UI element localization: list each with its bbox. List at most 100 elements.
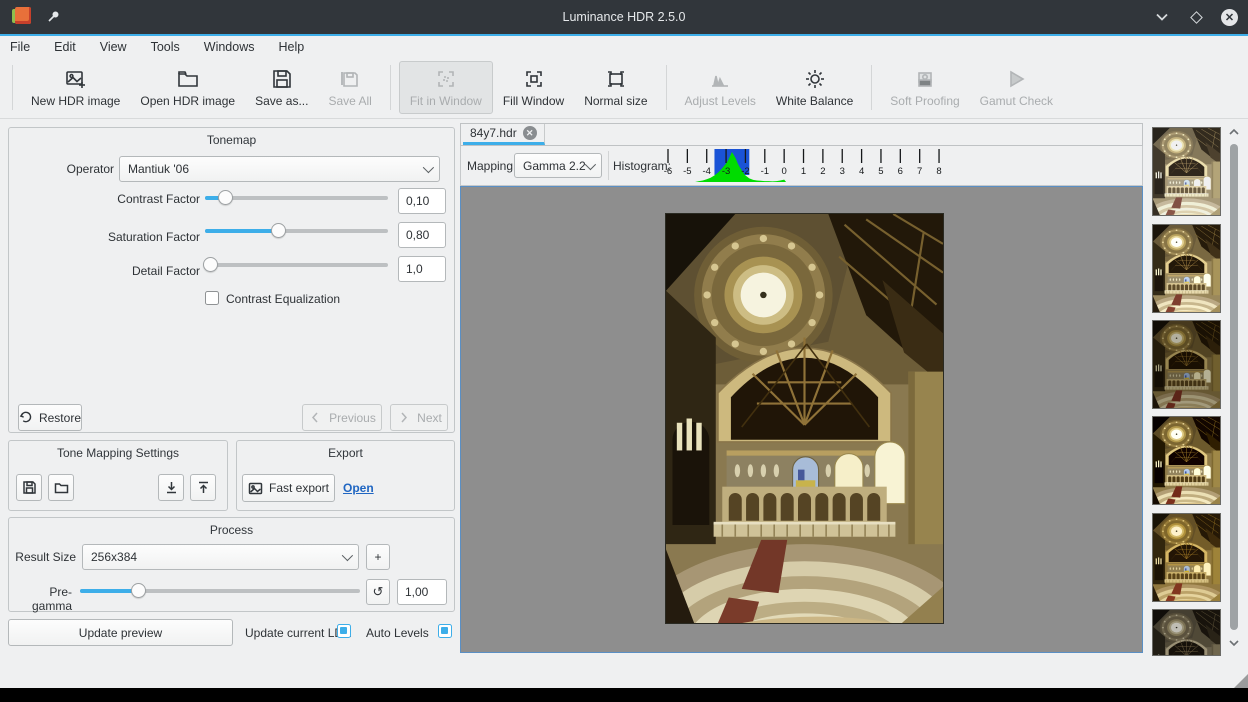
pre-gamma-slider[interactable] [80,582,360,600]
svg-text:-4: -4 [702,166,710,177]
auto-levels-checkbox[interactable] [438,624,452,638]
detail-factor-value[interactable]: 1,0 [398,256,446,282]
adjust-levels-button: Adjust Levels [675,61,766,114]
apply-settings-button[interactable] [158,474,184,501]
maximize-icon[interactable] [1187,8,1205,26]
svg-text:3: 3 [840,166,845,177]
save-all-button: Save All [318,61,381,114]
preview-thumbnail-2[interactable] [1152,224,1221,313]
preview-thumbnail-5[interactable] [1152,513,1221,602]
hdr-preview-image[interactable] [666,214,943,623]
save-settings-button[interactable] [16,474,42,501]
preview-thumbnail-6[interactable] [1152,609,1221,656]
toolbar-handle [12,65,13,110]
tab-close-icon[interactable]: ✕ [523,126,537,140]
contrast-factor-label: Contrast Factor [60,192,200,206]
menu-edit[interactable]: Edit [54,40,76,54]
operator-select[interactable]: Mantiuk '06 [119,156,440,182]
menubar: File Edit View Tools Windows Help [0,36,1248,57]
svg-text:-5: -5 [683,166,691,177]
tab-84y7-hdr[interactable]: 84y7.hdr ✕ [463,124,545,145]
save-icon [271,68,293,90]
normal-size-button[interactable]: Normal size [574,61,657,114]
saturation-factor-value[interactable]: 0,80 [398,222,446,248]
fast-export-button[interactable]: Fast export [242,474,335,502]
chevron-down-icon [342,550,353,561]
toolbar-separator [871,65,872,110]
menu-windows[interactable]: Windows [204,40,255,54]
load-settings-button[interactable] [48,474,74,501]
chevron-down-icon [423,162,434,173]
open-link[interactable]: Open [343,481,374,495]
detail-factor-slider[interactable] [205,256,388,274]
folder-icon [177,68,199,90]
svg-text:4: 4 [859,166,864,177]
contrast-equalization-checkbox[interactable] [205,291,219,305]
close-icon[interactable]: ✕ [1221,9,1238,26]
contrast-factor-value[interactable]: 0,10 [398,188,446,214]
tab-bar: 84y7.hdr ✕ [460,123,1143,146]
next-button: Next [390,404,448,431]
slider-handle[interactable] [271,223,286,238]
save-all-icon [339,68,361,90]
svg-text:-3: -3 [722,166,730,177]
arrow-up-icon [196,480,211,495]
gamut-check-button: Gamut Check [970,61,1063,114]
mapping-select[interactable]: Gamma 2.2 [514,153,602,178]
queue-settings-button[interactable] [190,474,216,501]
slider-handle[interactable] [203,257,218,272]
fill-window-icon [523,68,545,90]
update-current-ldr-checkbox[interactable] [337,624,351,638]
separator [608,151,609,180]
saturation-factor-slider[interactable] [205,222,388,240]
minimize-icon[interactable] [1153,8,1171,26]
scroll-up-icon[interactable] [1227,126,1241,138]
histogram[interactable]: -6-5-4-3-2-1012345678 [661,149,953,183]
preview-thumbnail-1[interactable] [1152,127,1221,216]
new-image-icon [65,68,87,90]
fill-window-button[interactable]: Fill Window [493,61,574,114]
svg-text:-2: -2 [741,166,749,177]
titlebar: Luminance HDR 2.5.0 ✕ [0,0,1248,34]
result-size-select[interactable]: 256x384 [82,544,359,570]
slider-handle[interactable] [131,583,146,598]
svg-text:8: 8 [936,166,941,177]
menu-help[interactable]: Help [278,40,304,54]
save-as-button[interactable]: Save as... [245,61,318,114]
contrast-factor-slider[interactable] [205,189,388,207]
update-preview-button[interactable]: Update preview [8,619,233,646]
toolbar: New HDR image Open HDR image Save as... … [0,57,1248,119]
svg-text:0: 0 [782,166,787,177]
export-title: Export [237,446,454,460]
open-hdr-button[interactable]: Open HDR image [130,61,245,114]
detail-factor-label: Detail Factor [60,264,200,278]
restore-button[interactable]: Restore [18,404,82,431]
thumbnail-scrollbar[interactable] [1227,126,1241,653]
menu-tools[interactable]: Tools [151,40,180,54]
svg-text:7: 7 [917,166,922,177]
soft-proofing-button: Soft Proofing [880,61,969,114]
window-title: Luminance HDR 2.5.0 [0,10,1248,24]
menu-view[interactable]: View [100,40,127,54]
white-balance-button[interactable]: White Balance [766,61,863,114]
contrast-equalization-label: Contrast Equalization [226,292,340,306]
pre-gamma-reset-button[interactable]: ↺ [366,579,390,605]
slider-handle[interactable] [218,190,233,205]
preview-thumbnail-3[interactable] [1152,320,1221,409]
preview-thumbnail-4[interactable] [1152,416,1221,505]
resize-grip[interactable] [1234,674,1248,688]
menu-file[interactable]: File [10,40,30,54]
add-size-button[interactable]: + [366,544,390,570]
arrow-down-icon [164,480,179,495]
new-hdr-button[interactable]: New HDR image [21,61,130,114]
svg-text:-1: -1 [761,166,769,177]
svg-text:-6: -6 [664,166,672,177]
scroll-down-icon[interactable] [1227,637,1241,649]
result-size-label: Result Size [14,550,76,564]
update-current-ldr-label: Update current LDR [245,626,352,640]
scrollbar-thumb[interactable] [1230,144,1238,630]
chevron-down-icon [585,158,596,169]
normal-size-icon [605,68,627,90]
pre-gamma-value[interactable]: 1,00 [397,579,447,605]
screen: Luminance HDR 2.5.0 ✕ File Edit View Too… [0,0,1248,702]
